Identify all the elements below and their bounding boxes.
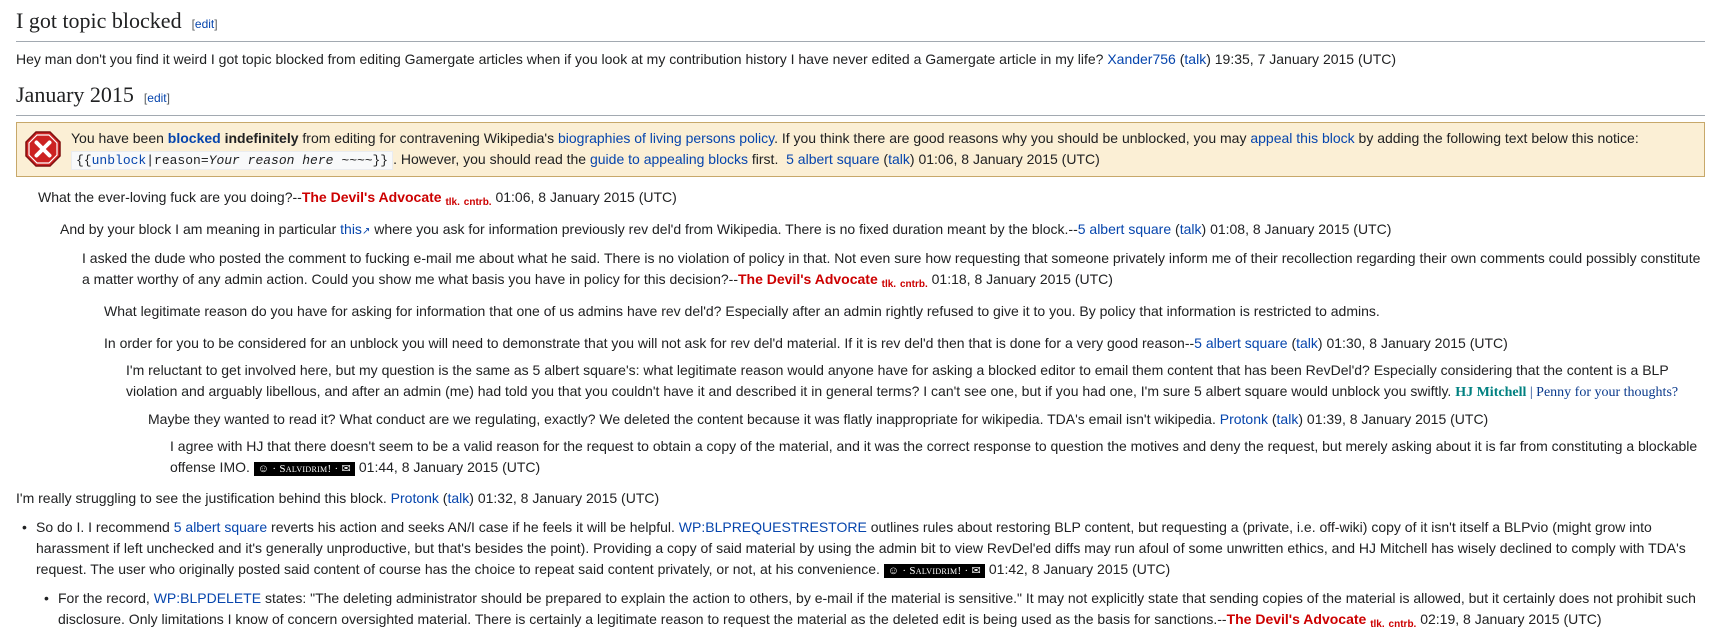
block-notice: You have been blocked indefinitely from … — [16, 122, 1705, 177]
timestamp: 19:35, 7 January 2015 (UTC) — [1214, 51, 1397, 67]
comment-salvidrim-1: I agree with HJ that there doesn't seem … — [170, 438, 1698, 476]
section-title: I got topic blocked — [16, 8, 182, 33]
talk-link[interactable]: tlk. — [882, 279, 896, 290]
comment-xander756: Hey man don't you find it weird I got to… — [16, 51, 1397, 67]
comment-tda-3: For the record, WP:BLPDELETE states: "Th… — [44, 588, 1705, 635]
comment-albert-2: What legitimate reason do you have for a… — [104, 303, 1380, 319]
policy-link[interactable]: WP:BLPDELETE — [154, 590, 261, 606]
user-signature-link[interactable]: ☺ · Salvidrim! · ✉ — [883, 564, 985, 578]
user-link[interactable]: 5 albert square — [1194, 335, 1287, 351]
comment-albert-1: And by your block I am meaning in partic… — [60, 221, 1392, 237]
blocked-link[interactable]: blocked — [168, 130, 221, 146]
talk-link[interactable]: talk — [1277, 411, 1299, 427]
talk-link[interactable]: talk — [1184, 51, 1206, 67]
diff-link[interactable]: this — [340, 221, 362, 237]
section-title: January 2015 — [16, 82, 134, 107]
user-link[interactable]: Protonk — [391, 490, 439, 506]
section-edit: [edit] — [143, 91, 170, 105]
section-heading-january-2015: January 2015 [edit] — [16, 80, 1705, 116]
timestamp: 01:32, 8 January 2015 (UTC) — [477, 490, 660, 506]
timestamp: 01:30, 8 January 2015 (UTC) — [1326, 335, 1508, 351]
section-heading-topic-blocked: I got topic blocked [edit] — [16, 6, 1705, 42]
user-link[interactable]: Xander756 — [1107, 51, 1176, 67]
edit-section-link[interactable]: edit — [195, 17, 214, 31]
policy-link[interactable]: WP:BLPREQUESTRESTORE — [679, 519, 867, 535]
section-edit: [edit] — [191, 17, 218, 31]
contribs-link[interactable]: cntrb. — [1389, 619, 1417, 630]
user-link[interactable]: The Devil's Advocate — [1227, 611, 1367, 627]
talk-link[interactable]: tlk. — [1370, 619, 1384, 630]
unblock-template-code: {{unblock|reason=Your reason here ~~~~}} — [71, 151, 394, 170]
timestamp: 01:44, 8 January 2015 (UTC) — [358, 459, 541, 475]
guide-appealing-link[interactable]: guide to appealing blocks — [590, 151, 748, 167]
user-link[interactable]: 5 albert square — [174, 519, 267, 535]
unblock-template-link[interactable]: unblock — [92, 153, 147, 168]
user-link[interactable]: The Devil's Advocate — [302, 189, 442, 205]
timestamp: 01:39, 8 January 2015 (UTC) — [1306, 411, 1489, 427]
talk-link[interactable]: Penny for your thoughts? — [1536, 385, 1678, 400]
talk-link[interactable]: talk — [888, 151, 910, 167]
contribs-link[interactable]: cntrb. — [900, 279, 928, 290]
timestamp: 01:06, 8 January 2015 (UTC) — [495, 189, 677, 205]
timestamp: 01:18, 8 January 2015 (UTC) — [931, 271, 1113, 287]
talk-link[interactable]: tlk. — [445, 197, 459, 208]
blp-policy-link[interactable]: biographies of living persons policy — [558, 130, 774, 146]
comment-hj-mitchell: I'm reluctant to get involved here, but … — [126, 362, 1679, 400]
user-link[interactable]: The Devil's Advocate — [738, 271, 878, 287]
timestamp: 02:19, 8 January 2015 (UTC) — [1420, 611, 1602, 627]
user-link[interactable]: HJ Mitchell — [1455, 385, 1526, 400]
comment-tda-2: I asked the dude who posted the comment … — [82, 250, 1701, 290]
comment-salvidrim-2: So do I. I recommend 5 albert square rev… — [22, 517, 1705, 582]
talk-link[interactable]: talk — [447, 490, 469, 506]
comment-protonk-2: I'm really struggling to see the justifi… — [16, 490, 660, 506]
contribs-link[interactable]: cntrb. — [464, 197, 492, 208]
edit-section-link[interactable]: edit — [147, 91, 166, 105]
talk-page-content: I got topic blocked [edit] Hey man don't … — [0, 6, 1721, 635]
appeal-block-link[interactable]: appeal this block — [1250, 130, 1354, 146]
timestamp: 01:06, 8 January 2015 (UTC) — [918, 151, 1100, 167]
talk-link[interactable]: talk — [1180, 221, 1202, 237]
timestamp: 01:42, 8 January 2015 (UTC) — [988, 561, 1171, 577]
user-signature-link[interactable]: ☺ · Salvidrim! · ✉ — [253, 462, 355, 476]
stop-sign-icon — [25, 131, 61, 167]
comment-protonk-1: Maybe they wanted to read it? What condu… — [148, 411, 1489, 427]
timestamp: 01:08, 8 January 2015 (UTC) — [1210, 221, 1392, 237]
user-link[interactable]: 5 albert square — [1078, 221, 1171, 237]
comment-albert-3: In order for you to be considered for an… — [104, 335, 1508, 351]
user-link[interactable]: Protonk — [1220, 411, 1268, 427]
user-link[interactable]: 5 albert square — [786, 151, 879, 167]
talk-link[interactable]: talk — [1296, 335, 1318, 351]
comment-tda-1: What the ever-loving fuck are you doing?… — [38, 189, 677, 208]
